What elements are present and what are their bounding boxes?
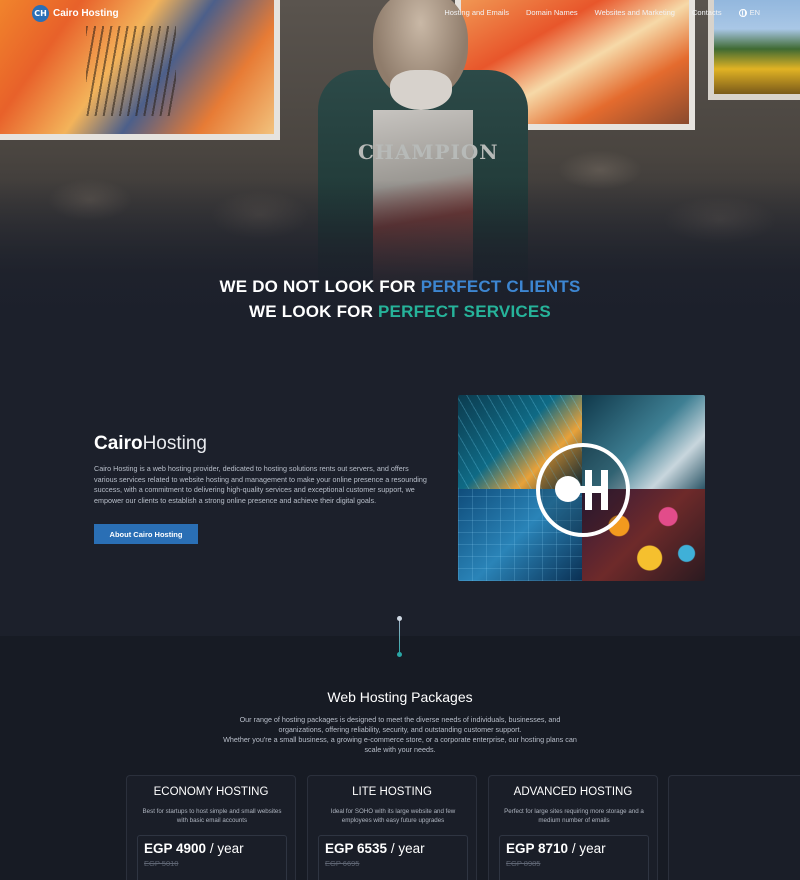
package-card-economy[interactable]: ECONOMY HOSTING Best for startups to hos… (126, 775, 296, 880)
artist-beard (390, 70, 452, 110)
package-name: ADVANCED HOSTING (513, 786, 633, 798)
package-price: EGP 4900 / year (144, 841, 244, 856)
logo-text: Cairo Hosting (53, 8, 119, 19)
main-menu: Hosting and Emails Domain Names Websites… (444, 8, 760, 17)
package-name: LITE HOSTING (352, 786, 432, 798)
packages-description: Our range of hosting packages is designe… (220, 715, 580, 755)
package-card-next-partial[interactable] (668, 775, 800, 880)
package-name: ECONOMY HOSTING (153, 786, 269, 798)
nav-item-contacts[interactable]: Contacts (692, 8, 722, 17)
site-logo[interactable]: CH Cairo Hosting (32, 5, 119, 22)
nav-item-websites-marketing[interactable]: Websites and Marketing (595, 8, 675, 17)
nav-item-hosting-emails[interactable]: Hosting and Emails (444, 8, 509, 17)
price-box: EGP 6535 / year EGP 6695 (318, 835, 468, 880)
tagline-1-text: WE DO NOT LOOK FOR (219, 277, 416, 296)
about-heading-bold: Cairo (94, 433, 143, 454)
language-code: EN (749, 8, 760, 17)
package-old-price: EGP 5010 (144, 859, 179, 868)
package-old-price: EGP 6695 (325, 859, 360, 868)
divider-dot-top (397, 616, 402, 621)
price-box: EGP 8710 / year EGP 8985 (499, 835, 649, 880)
tagline-line-1: WE DO NOT LOOK FOR PERFECT CLIENTS (0, 277, 800, 297)
about-heading-light: Hosting (142, 433, 207, 454)
about-cairo-hosting-button[interactable]: About Cairo Hosting (94, 524, 198, 544)
tagline-2-accent: PERFECT SERVICES (378, 302, 551, 321)
package-card-lite[interactable]: LITE HOSTING Ideal for SOHO with its lar… (307, 775, 477, 880)
packages-title: Web Hosting Packages (327, 689, 473, 705)
logo-mark-icon: CH (32, 5, 49, 22)
about-description: Cairo Hosting is a web hosting provider,… (94, 464, 427, 505)
about-heading: CairoHosting (94, 433, 207, 455)
package-old-price: EGP 8985 (506, 859, 541, 868)
packages-description-2: Whether you're a small business, a growi… (223, 735, 577, 754)
tagline-line-2: WE LOOK FOR PERFECT SERVICES (0, 302, 800, 322)
package-price: EGP 6535 / year (325, 841, 425, 856)
language-switcher[interactable]: EN (738, 8, 760, 17)
ch-glyph (555, 470, 611, 510)
package-subtitle: Best for startups to host simple and sma… (142, 808, 282, 824)
package-card-advanced[interactable]: ADVANCED HOSTING Perfect for large sites… (488, 775, 658, 880)
price-box: EGP 4900 / year EGP 5010 (137, 835, 287, 880)
package-price: EGP 8710 / year (506, 841, 606, 856)
top-navigation: CH Cairo Hosting Hosting and Emails Doma… (0, 0, 800, 28)
ch-seal-logo-icon (536, 443, 630, 537)
globe-icon (738, 8, 747, 17)
shirt-print: CHAMPION (358, 140, 499, 164)
package-subtitle: Ideal for SOHO with its large website an… (330, 808, 456, 824)
divider-dot-bottom (397, 652, 402, 657)
packages-description-1: Our range of hosting packages is designe… (239, 715, 561, 734)
section-divider-line (399, 620, 400, 654)
about-collage-image (458, 395, 705, 581)
tagline-2-text: WE LOOK FOR (249, 302, 374, 321)
nav-item-domain-names[interactable]: Domain Names (526, 8, 578, 17)
package-subtitle: Perfect for large sites requiring more s… (504, 808, 644, 824)
tagline-1-accent: PERFECT CLIENTS (420, 277, 581, 296)
